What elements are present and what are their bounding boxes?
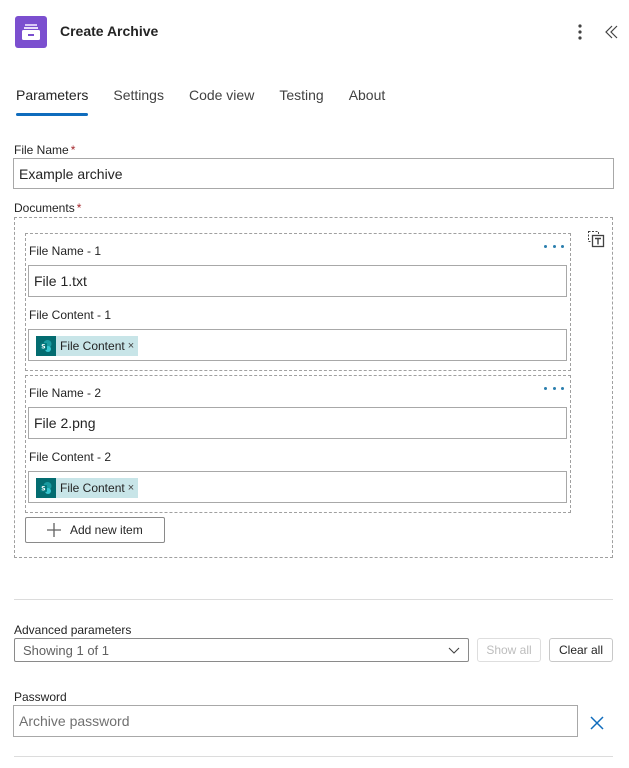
sharepoint-icon: S	[36, 336, 56, 356]
plus-icon	[46, 522, 62, 538]
token-label: File Content	[60, 339, 125, 353]
dot	[552, 244, 556, 248]
dynamic-content-token[interactable]: S File Content ×	[36, 478, 139, 498]
clear-all-button[interactable]: Clear all	[549, 638, 613, 662]
tab-settings[interactable]: Settings	[113, 86, 164, 116]
dot	[552, 386, 556, 390]
panel-title: Create Archive	[60, 23, 159, 39]
file-name-1-label: File Name - 1	[29, 244, 102, 258]
text-mode-icon	[588, 231, 605, 248]
tab-about[interactable]: About	[349, 86, 386, 116]
item-1-more-button[interactable]	[544, 240, 564, 252]
show-all-button[interactable]: Show all	[477, 638, 541, 662]
file-name-1-input[interactable]: File 1.txt	[28, 265, 567, 297]
dot	[561, 244, 564, 248]
file-name-2-label: File Name - 2	[29, 386, 102, 400]
dynamic-content-token[interactable]: S File Content ×	[36, 336, 139, 356]
svg-text:S: S	[41, 344, 45, 351]
documents-label: Documents *	[14, 201, 82, 215]
archive-drawer-icon	[15, 16, 47, 48]
tab-list: Parameters Settings Code view Testing Ab…	[16, 86, 410, 118]
file-name-label: File Name *	[14, 143, 76, 157]
more-vertical-icon	[578, 24, 582, 40]
file-content-1-label: File Content - 1	[29, 308, 112, 322]
dropdown-value: Showing 1 of 1	[23, 642, 110, 658]
required-mark: *	[76, 201, 82, 215]
sharepoint-icon: S	[36, 478, 56, 498]
chevron-down-icon	[448, 644, 460, 659]
tab-code-view[interactable]: Code view	[189, 86, 254, 116]
add-new-item-label: Add new item	[70, 523, 143, 537]
dot	[561, 386, 564, 390]
bottom-divider	[14, 756, 613, 757]
close-icon	[590, 716, 604, 730]
tab-testing[interactable]: Testing	[279, 86, 323, 116]
advanced-parameters-label: Advanced parameters	[14, 623, 132, 637]
required-mark: *	[70, 143, 76, 157]
remove-parameter-button[interactable]	[589, 715, 605, 731]
add-new-item-button[interactable]: Add new item	[25, 517, 165, 543]
token-remove-button[interactable]: ×	[125, 340, 138, 352]
token-label: File Content	[60, 481, 125, 495]
password-input[interactable]: Archive password	[13, 705, 578, 737]
panel-header: Create Archive	[0, 0, 629, 64]
item-2-more-button[interactable]	[544, 382, 564, 394]
collapse-panel-button[interactable]	[601, 21, 623, 43]
file-content-2-label: File Content - 2	[29, 450, 112, 464]
file-name-2-input[interactable]: File 2.png	[28, 407, 567, 439]
dot	[544, 386, 547, 390]
section-divider	[14, 599, 613, 600]
dot	[544, 244, 547, 248]
svg-text:S: S	[41, 486, 45, 493]
collapse-double-chevron-icon	[605, 25, 618, 39]
more-options-button[interactable]	[570, 21, 590, 43]
token-remove-button[interactable]: ×	[125, 482, 138, 494]
password-label: Password	[14, 690, 67, 704]
tab-parameters[interactable]: Parameters	[16, 86, 89, 116]
switch-to-text-mode-button[interactable]	[587, 230, 605, 248]
file-name-input[interactable]: Example archive	[13, 158, 614, 189]
advanced-parameters-dropdown[interactable]: Showing 1 of 1	[14, 638, 469, 662]
